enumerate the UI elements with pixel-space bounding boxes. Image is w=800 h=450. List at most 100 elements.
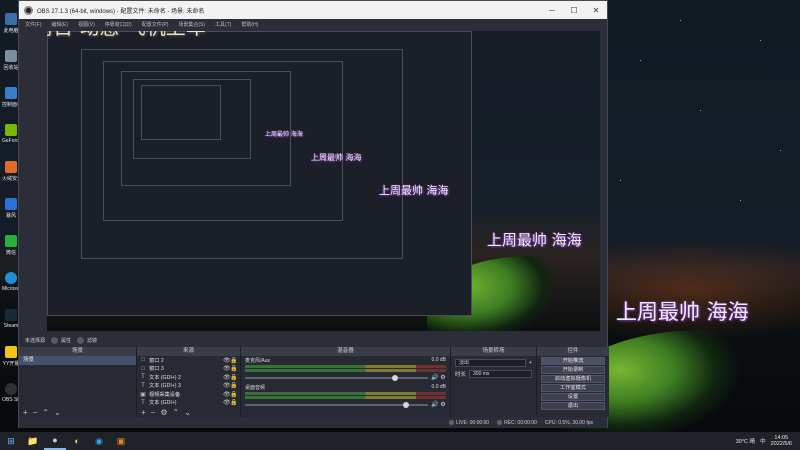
menu-scene-collection[interactable]: 场景集合(S) [178, 21, 205, 28]
properties-button[interactable]: 属性 [51, 336, 71, 344]
eye-icon[interactable]: 👁 [223, 399, 231, 406]
move-up-icon[interactable]: ⌃ [42, 408, 49, 417]
duration-input[interactable]: 300 ms [469, 370, 532, 378]
transition-select[interactable]: 淡出 [455, 359, 526, 367]
volume-knob[interactable] [392, 374, 399, 381]
gear-icon[interactable]: ⚙ [440, 401, 446, 408]
transitions-dock: 场景转场 淡出 + 时长 300 ms [451, 347, 537, 417]
minimize-button[interactable]: ─ [541, 1, 563, 19]
menu-docks[interactable]: 停靠窗口(D) [105, 21, 132, 28]
baofeng-icon [5, 198, 17, 210]
source-row[interactable]: T 文本 (GDI+) 2 👁 🔒 [137, 373, 240, 382]
start-recording-button[interactable]: 开始录制 [541, 366, 605, 374]
source-row[interactable]: ▣ 视频采集设备 👁 🔒 [137, 390, 240, 399]
source-row[interactable]: T 文本 (GDI+) 3 👁 🔒 [137, 382, 240, 391]
volume-knob[interactable] [403, 401, 410, 408]
start-icon[interactable]: ⊞ [0, 432, 22, 450]
mixer-track: 桌面音频 0.0 dB 🔊 ⚙ [241, 383, 450, 410]
file-explorer-icon[interactable]: 📁 [22, 432, 44, 450]
menu-file[interactable]: 文件(F) [25, 21, 41, 28]
obs-taskbar-icon[interactable]: ● [44, 432, 66, 450]
start-streaming-button[interactable]: 开始推流 [541, 357, 605, 365]
lock-icon[interactable]: 🔒 [230, 382, 237, 389]
eye-icon[interactable]: 👁 [223, 374, 231, 381]
source-row[interactable]: □ 窗口 3 👁 🔒 [137, 365, 240, 374]
source-row[interactable]: □ 窗口 2 👁 🔒 [137, 356, 240, 365]
status-bar: LIVE: 00:00:00 REC: 00:00:00 CPU: 0.5%, … [19, 418, 607, 428]
eye-icon[interactable]: 👁 [223, 382, 231, 389]
speaker-icon[interactable]: 🔊 [431, 374, 438, 381]
transitions-title: 场景转场 [451, 347, 536, 356]
move-up-icon[interactable]: ⌃ [173, 408, 180, 417]
controls-title: 控件 [537, 347, 609, 356]
level-meter [245, 369, 446, 372]
remove-icon[interactable]: − [33, 408, 38, 417]
volume-slider[interactable] [245, 401, 428, 408]
mixer-track: 麦克风/Aux 0.0 dB 🔊 ⚙ [241, 356, 450, 383]
lock-icon[interactable]: 🔒 [230, 374, 237, 381]
desktop-caption: 上周最帅 海海 [616, 300, 749, 324]
source-row[interactable]: T 文本 (GDI+) 👁 🔒 [137, 399, 240, 408]
speaker-icon[interactable]: 🔊 [431, 401, 438, 408]
menu-tools[interactable]: 工具(T) [215, 21, 231, 28]
scenes-title: 场景 [19, 347, 136, 356]
menu-help[interactable]: 帮助(H) [241, 21, 258, 28]
track-db: 0.0 dB [431, 384, 446, 390]
gear-icon [51, 336, 59, 344]
remove-icon[interactable]: − [151, 408, 156, 417]
huorong-icon [5, 161, 17, 173]
nested-capture-6 [141, 85, 221, 140]
gear-icon[interactable]: ⚙ [440, 374, 446, 381]
scene-item[interactable]: 场景 [19, 356, 136, 365]
obs-logo-icon [24, 5, 33, 15]
settings-button[interactable]: 设置 [541, 393, 605, 401]
obs-window: OBS 27.1.3 (64-bit, windows) - 配置文件: 未命名… [18, 0, 609, 428]
menu-view[interactable]: 视图(V) [78, 21, 95, 28]
move-down-icon[interactable]: ⌄ [184, 408, 191, 417]
weather-status[interactable]: 30°C 晴 [736, 437, 755, 445]
virtual-camera-button[interactable]: 启动虚拟摄像机 [541, 375, 605, 383]
close-button[interactable]: ✕ [585, 1, 607, 19]
lock-icon[interactable]: 🔒 [230, 357, 237, 364]
ime-indicator[interactable]: 中 [760, 437, 766, 445]
preview-canvas[interactable]: 周日 动感 飞机上车 上周最帅 海海 上周最帅 海海 上周最帅 海海 上周最帅 … [47, 31, 600, 331]
source-toolbar: 未选择源 属性 滤镜 [19, 333, 607, 347]
exit-button[interactable]: 退出 [541, 402, 605, 410]
recycle-bin-icon [5, 50, 17, 62]
scenes-footer: + − ⌃ ⌄ [19, 407, 136, 417]
volume-slider[interactable] [245, 374, 428, 381]
browser-icon[interactable]: ◐ [66, 432, 88, 450]
filter-icon [77, 336, 85, 344]
track-db: 0.0 dB [431, 357, 446, 363]
add-icon[interactable]: + [529, 360, 532, 366]
sources-footer: + − ⚙ ⌃ ⌄ [137, 407, 240, 417]
scenes-dock: 场景 场景 + − ⌃ ⌄ [19, 347, 137, 417]
add-icon[interactable]: + [23, 408, 28, 417]
move-down-icon[interactable]: ⌄ [54, 408, 61, 417]
lock-icon[interactable]: 🔒 [230, 391, 237, 398]
add-icon[interactable]: + [141, 408, 146, 417]
edge-taskbar-icon[interactable]: ◉ [88, 432, 110, 450]
eye-icon[interactable]: 👁 [223, 365, 231, 372]
lock-icon[interactable]: 🔒 [230, 399, 237, 406]
maximize-button[interactable]: ☐ [563, 1, 585, 19]
eye-icon[interactable]: 👁 [223, 357, 231, 364]
menu-profile[interactable]: 配置文件(P) [142, 21, 169, 28]
eye-icon[interactable]: 👁 [223, 391, 231, 398]
rec-status: REC: 00:00:00 [497, 420, 537, 426]
app-taskbar-icon[interactable]: ▣ [110, 432, 132, 450]
gear-icon[interactable]: ⚙ [160, 408, 167, 417]
studio-mode-button[interactable]: 工作室模式 [541, 384, 605, 392]
edge-icon [5, 272, 17, 284]
yy-icon [5, 346, 17, 358]
preview-caption-medium: 上周最帅 海海 [379, 184, 449, 197]
track-name: 麦克风/Aux [245, 358, 271, 364]
lock-icon[interactable]: 🔒 [230, 365, 237, 372]
pc-icon [5, 13, 17, 25]
clock[interactable]: 14:05 2022/5/6 [771, 435, 792, 448]
obs-icon [5, 383, 17, 395]
menu-edit[interactable]: 编辑(E) [51, 21, 68, 28]
cpu-status: CPU: 0.5%, 30.00 fps [544, 420, 593, 426]
taskbar: ⊞ 📁 ● ◐ ◉ ▣ 30°C 晴 中 14:05 2022/5/6 [0, 432, 800, 450]
filters-button[interactable]: 滤镜 [77, 336, 97, 344]
